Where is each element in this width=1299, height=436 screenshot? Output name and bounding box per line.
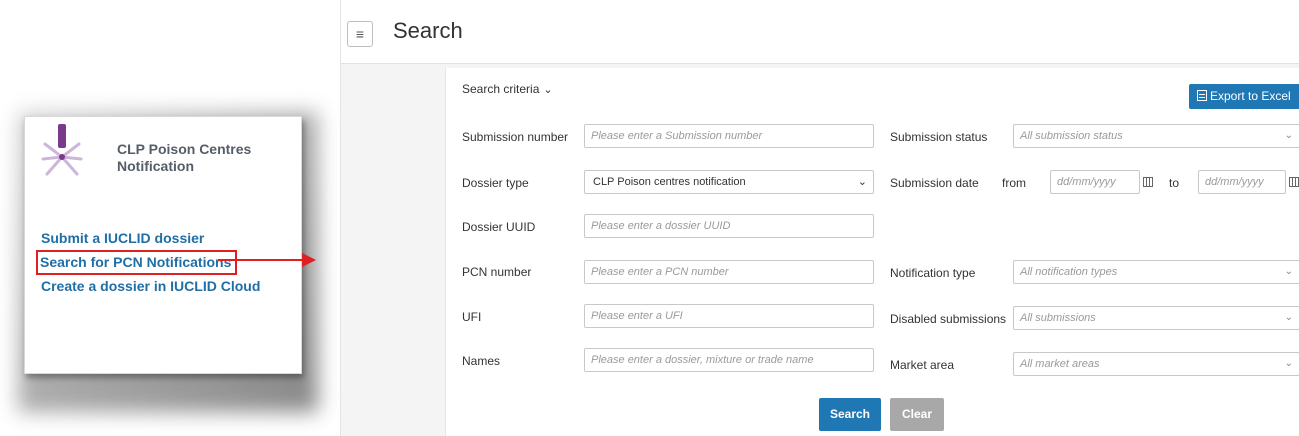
submission-status-select[interactable]: All submission status ⌄ xyxy=(1013,124,1299,148)
submission-number-input[interactable]: Please enter a Submission number xyxy=(584,124,874,148)
submission-number-label: Submission number xyxy=(462,130,569,144)
dossier-uuid-label: Dossier UUID xyxy=(462,220,536,234)
app-title: CLP Poison Centres Notification xyxy=(117,141,252,174)
chevron-down-icon: ⌄ xyxy=(1284,266,1293,277)
market-area-select[interactable]: All market areas ⌄ xyxy=(1013,352,1299,376)
create-dossier-cloud-link[interactable]: Create a dossier in IUCLID Cloud xyxy=(41,275,260,298)
search-button[interactable]: Search xyxy=(819,398,881,431)
notification-type-value: All notification types xyxy=(1020,266,1118,278)
names-input[interactable]: Please enter a dossier, mixture or trade… xyxy=(584,348,874,372)
export-label: Export to Excel xyxy=(1210,89,1291,103)
submission-status-label: Submission status xyxy=(890,130,988,144)
submission-date-label: Submission date xyxy=(890,176,979,190)
search-app: ≡ Search Search criteria ⌄ Export to Exce… xyxy=(340,0,1299,436)
date-to-input[interactable]: dd/mm/yyyy xyxy=(1198,170,1286,194)
search-panel: Search criteria ⌄ Export to Excel Submiss… xyxy=(445,68,1299,436)
chevron-down-icon: ⌄ xyxy=(1284,130,1293,141)
chevron-down-icon: ⌄ xyxy=(543,84,553,96)
menu-toggle-icon[interactable]: ≡ xyxy=(347,21,373,47)
search-criteria-toggle[interactable]: Search criteria ⌄ xyxy=(462,82,553,96)
card-links: Submit a IUCLID dossier Search for PCN N… xyxy=(36,227,260,298)
ufi-input[interactable]: Please enter a UFI xyxy=(584,304,874,328)
top-bar: ≡ Search xyxy=(341,0,1299,64)
dossier-type-value: CLP Poison centres notification xyxy=(593,176,746,188)
disabled-submissions-label: Disabled submissions xyxy=(890,312,1007,326)
page-title: Search xyxy=(393,18,463,43)
clear-button[interactable]: Clear xyxy=(890,398,944,431)
dossier-uuid-input[interactable]: Please enter a dossier UUID xyxy=(584,214,874,238)
calendar-icon[interactable] xyxy=(1143,177,1153,187)
names-label: Names xyxy=(462,354,501,368)
dossier-type-label: Dossier type xyxy=(462,176,529,190)
disabled-submissions-value: All submissions xyxy=(1020,312,1096,324)
pcn-number-input[interactable]: Please enter a PCN number xyxy=(584,260,874,284)
search-criteria-label: Search criteria xyxy=(462,82,540,96)
notification-type-label: Notification type xyxy=(890,266,976,280)
market-area-value: All market areas xyxy=(1020,358,1100,370)
pcn-logo-icon xyxy=(41,124,83,176)
date-from-label: from xyxy=(1002,176,1026,190)
callout-arrow xyxy=(218,259,304,261)
calendar-icon[interactable] xyxy=(1289,177,1299,187)
chevron-down-icon: ⌄ xyxy=(1284,312,1293,323)
chevron-down-icon: ⌄ xyxy=(857,176,867,188)
pcn-number-label: PCN number xyxy=(462,265,532,279)
disabled-submissions-select[interactable]: All submissions ⌄ xyxy=(1013,306,1299,330)
search-pcn-link[interactable]: Search for PCN Notifications xyxy=(36,250,238,275)
date-from-input[interactable]: dd/mm/yyyy xyxy=(1050,170,1140,194)
dossier-type-select[interactable]: CLP Poison centres notification ⌄ xyxy=(584,170,874,194)
callout-arrow-head xyxy=(302,253,316,267)
pcn-app-card: CLP Poison Centres Notification Submit a… xyxy=(24,116,302,374)
export-excel-button[interactable]: Export to Excel xyxy=(1189,84,1299,109)
date-to-label: to xyxy=(1169,176,1180,190)
spreadsheet-icon xyxy=(1197,90,1207,101)
ufi-label: UFI xyxy=(462,310,482,324)
notification-type-select[interactable]: All notification types ⌄ xyxy=(1013,260,1299,284)
market-area-label: Market area xyxy=(890,358,955,372)
submission-status-value: All submission status xyxy=(1020,130,1123,142)
submit-dossier-link[interactable]: Submit a IUCLID dossier xyxy=(41,227,260,250)
chevron-down-icon: ⌄ xyxy=(1284,358,1293,369)
